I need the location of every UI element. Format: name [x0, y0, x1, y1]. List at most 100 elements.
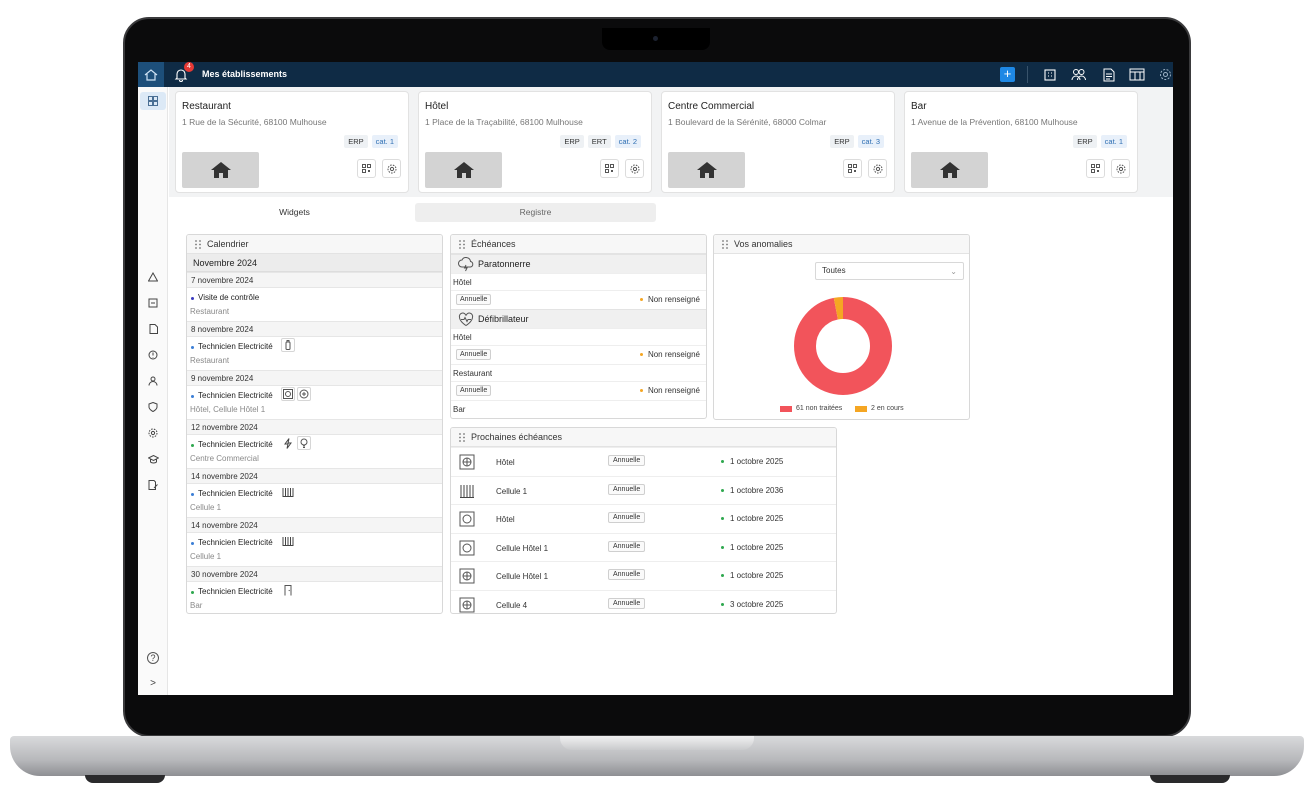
calendar-day: 30 novembre 2024: [187, 566, 442, 582]
table-row[interactable]: Cellule 1 Annuelle 1 octobre 2036: [451, 475, 836, 505]
calendar-event[interactable]: Visite de contrôle Restaurant: [187, 288, 442, 321]
house-icon: [696, 162, 717, 178]
help-icon: ?: [147, 652, 159, 664]
event-label: Technicien Electricité: [198, 440, 273, 449]
top-bar: 4 Mes établissements +: [138, 62, 1173, 87]
event-dot: [191, 444, 194, 447]
establishment-card[interactable]: Bar 1 Avenue de la Prévention, 68100 Mul…: [904, 91, 1138, 193]
drag-handle-icon[interactable]: [195, 240, 201, 249]
shield-icon: [148, 402, 158, 412]
sidebar-item-alerts[interactable]: [144, 268, 162, 286]
deadline-row[interactable]: Annuelle Non renseigné: [451, 345, 706, 364]
establishment-image: [668, 152, 745, 188]
frequency-badge: Annuelle: [608, 455, 646, 466]
calendar-event[interactable]: Technicien Electricité Centre Commercial: [187, 435, 442, 468]
sidebar-item-documents[interactable]: [144, 320, 162, 338]
buildings-icon[interactable]: [1041, 66, 1058, 83]
sidebar-item-settings[interactable]: [144, 424, 162, 442]
gear-icon[interactable]: [1157, 66, 1173, 83]
smoke-extraction-icon: [459, 568, 475, 584]
app-screen: 4 Mes établissements + ? > Restaurant 1 …: [138, 62, 1173, 695]
establishment-address: 1 Rue de la Sécurité, 68100 Mulhouse: [182, 117, 327, 127]
widget-title: Vos anomalies: [734, 239, 793, 249]
due-date: 1 octobre 2025: [721, 457, 783, 466]
status-text: Non renseigné: [647, 350, 700, 359]
drag-handle-icon[interactable]: [459, 433, 465, 442]
sidebar-item-anomalies[interactable]: [144, 346, 162, 364]
calendar-event[interactable]: Technicien Electricité Restaurant: [187, 337, 442, 370]
widget-header[interactable]: Échéances: [451, 235, 706, 254]
anomaly-filter-select[interactable]: Toutes ⌄: [815, 262, 964, 280]
frequency-badge: Annuelle: [608, 540, 646, 552]
table-row[interactable]: Cellule Hôtel 1 Annuelle 1 octobre 2025: [451, 561, 836, 590]
widget-header[interactable]: Vos anomalies: [714, 235, 969, 254]
sidebar-item-security[interactable]: [144, 398, 162, 416]
camera-icon: [653, 36, 658, 41]
event-dot: [191, 395, 194, 398]
table-row[interactable]: Cellule Hôtel 1 Annuelle 1 octobre 2025: [451, 532, 836, 562]
table-row[interactable]: Cellule 4 Annuelle 3 octobre 2025: [451, 589, 836, 614]
table-row[interactable]: Hôtel Annuelle 1 octobre 2025: [451, 504, 836, 533]
event-label: Technicien Electricité: [198, 489, 273, 498]
calendar-event[interactable]: Technicien Electricité Hôtel, Cellule Hô…: [187, 386, 442, 419]
drag-handle-icon[interactable]: [459, 240, 465, 249]
frequency-badge: Annuelle: [608, 483, 646, 495]
due-date: 1 octobre 2025: [721, 514, 783, 523]
settings-button[interactable]: [868, 159, 887, 178]
donut-slice-non-traitées[interactable]: [794, 297, 892, 395]
event-location: Cellule 1: [190, 552, 222, 561]
category-tag: cat. 1: [1100, 135, 1127, 148]
deadline-category[interactable]: Défibrillateur: [451, 309, 706, 328]
calendar-event[interactable]: Technicien Electricité Bar: [187, 582, 442, 613]
home-icon[interactable]: [138, 62, 164, 87]
qr-code-button[interactable]: [357, 159, 376, 178]
expand-sidebar-button[interactable]: >: [144, 674, 162, 692]
smoke-detector-icon: [297, 387, 311, 401]
widget-title: Échéances: [471, 239, 516, 249]
sidebar-item-equipment[interactable]: [144, 294, 162, 312]
tab-registre[interactable]: Registre: [415, 203, 656, 222]
item-name: Hôtel: [496, 515, 515, 524]
anomalies-donut-chart: [794, 297, 892, 395]
status-text: Non renseigné: [647, 295, 700, 304]
due-date: 1 octobre 2036: [721, 486, 783, 495]
item-name: Cellule 1: [496, 486, 528, 496]
deadline-category[interactable]: Paratonnerre: [451, 254, 706, 273]
widget-header[interactable]: Prochaines échéances: [451, 428, 836, 447]
divider: [1027, 66, 1028, 83]
calendar-event[interactable]: Technicien Electricité Cellule 1: [187, 533, 442, 566]
frequency-badge: Annuelle: [456, 385, 492, 396]
table-row[interactable]: Hôtel Annuelle 1 octobre 2025: [451, 447, 836, 476]
frequency-badge: Annuelle: [608, 569, 646, 580]
sidebar-item-training[interactable]: [144, 450, 162, 468]
help-button[interactable]: ?: [144, 649, 162, 667]
drag-handle-icon[interactable]: [722, 240, 728, 249]
event-location: Cellule 1: [190, 503, 222, 512]
sidebar-item-people[interactable]: [144, 372, 162, 390]
qr-code-button[interactable]: [600, 159, 619, 178]
register-icon[interactable]: [1128, 66, 1145, 83]
qr-code-button[interactable]: [1086, 159, 1105, 178]
sidebar-item-dashboard[interactable]: [140, 92, 166, 110]
event-location: Bar: [190, 601, 203, 610]
widget-header[interactable]: Calendrier: [187, 235, 442, 254]
calendar-event[interactable]: Technicien Electricité Cellule 1: [187, 484, 442, 517]
settings-button[interactable]: [382, 159, 401, 178]
settings-button[interactable]: [1111, 159, 1130, 178]
qr-code-icon: [605, 164, 614, 173]
tab-widgets[interactable]: Widgets: [174, 203, 415, 222]
deadline-row[interactable]: Annuelle Non renseigné: [451, 290, 706, 309]
event-label: Technicien Electricité: [198, 391, 273, 400]
event-dot: [191, 493, 194, 496]
users-icon[interactable]: [1070, 66, 1087, 83]
deadline-row[interactable]: Annuelle Non renseigné: [451, 381, 706, 400]
document-icon[interactable]: [1100, 66, 1117, 83]
qr-code-button[interactable]: [843, 159, 862, 178]
establishment-card[interactable]: Centre Commercial 1 Boulevard de la Séré…: [661, 91, 895, 193]
establishment-card[interactable]: Restaurant 1 Rue de la Sécurité, 68100 M…: [175, 91, 409, 193]
settings-button[interactable]: [625, 159, 644, 178]
add-button[interactable]: +: [1000, 67, 1015, 82]
establishment-image: [911, 152, 988, 188]
establishment-card[interactable]: Hôtel 1 Place de la Traçabilité, 68100 M…: [418, 91, 652, 193]
sidebar-item-edit[interactable]: [144, 476, 162, 494]
